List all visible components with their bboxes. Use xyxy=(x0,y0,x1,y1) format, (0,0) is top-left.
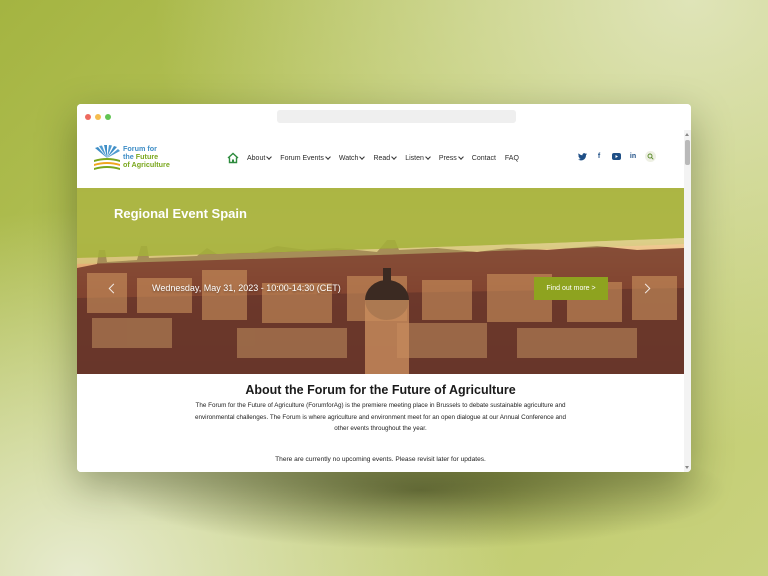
nav-item-label: Listen xyxy=(405,154,424,162)
nav-item-listen[interactable]: Listen xyxy=(405,154,431,162)
nav-item-press[interactable]: Press xyxy=(438,154,464,162)
linkedin-icon[interactable]: in xyxy=(628,152,638,162)
chevron-down-icon xyxy=(359,154,366,160)
nav-item-label: Forum Events xyxy=(280,154,324,162)
logo-icon xyxy=(94,145,120,170)
site-header: Forum for the Future of Agriculture Abou… xyxy=(77,130,684,188)
facebook-icon[interactable]: f xyxy=(594,152,604,162)
youtube-icon[interactable] xyxy=(611,152,621,162)
hero-title: Regional Event Spain xyxy=(114,206,247,221)
chevron-down-icon xyxy=(457,154,464,160)
scroll-down-arrow-icon[interactable] xyxy=(685,466,689,469)
nav-item-faq[interactable]: FAQ xyxy=(505,155,519,162)
nav-item-label: Watch xyxy=(338,154,359,162)
scroll-up-arrow-icon[interactable] xyxy=(685,133,689,136)
nav-item-forum-events[interactable]: Forum Events xyxy=(280,154,331,162)
nav-item-label: Press xyxy=(438,154,457,162)
facebook-glyph: f xyxy=(597,153,601,160)
browser-titlebar xyxy=(77,104,691,130)
search-icon[interactable] xyxy=(645,151,656,162)
nav-item-label: Read xyxy=(373,154,391,162)
address-bar[interactable] xyxy=(277,110,516,123)
nav-item-read[interactable]: Read xyxy=(373,154,398,162)
linkedin-glyph: in xyxy=(629,153,637,160)
minimize-window-button[interactable] xyxy=(95,114,101,120)
close-window-button[interactable] xyxy=(85,114,91,120)
about-description: The Forum for the Future of Agriculture … xyxy=(195,402,566,432)
home-icon[interactable] xyxy=(227,152,239,164)
chevron-down-icon xyxy=(325,154,331,160)
chevron-down-icon xyxy=(266,154,273,160)
nav-item-label: FAQ xyxy=(504,154,519,162)
browser-window: Forum for the Future of Agriculture Abou… xyxy=(77,104,691,472)
webpage: Forum for the Future of Agriculture Abou… xyxy=(77,130,684,472)
logo-line-3: of Agriculture xyxy=(123,160,170,170)
nav-item-label: Contact xyxy=(471,154,496,162)
social-links: f in xyxy=(577,151,656,162)
logo-wordmark: Forum for the Future of Agriculture xyxy=(123,144,170,170)
nav-item-watch[interactable]: Watch xyxy=(338,154,366,162)
no-events-message: There are currently no upcoming events. … xyxy=(275,456,486,463)
nav-item-about[interactable]: About xyxy=(247,154,273,162)
find-out-more-button[interactable]: Find out more > xyxy=(534,277,608,300)
hero-event-date: Wednesday, May 31, 2023 - 10:00-14:30 (C… xyxy=(152,283,341,293)
hero-banner: Regional Event Spain Wednesday, May 31, … xyxy=(77,188,684,374)
twitter-icon[interactable] xyxy=(577,152,587,162)
chevron-down-icon xyxy=(391,154,398,160)
chevron-down-icon xyxy=(425,154,431,160)
nav-item-contact[interactable]: Contact xyxy=(472,155,496,162)
maximize-window-button[interactable] xyxy=(105,114,111,120)
main-navigation: About Forum Events Watch Read Listen Pre… xyxy=(227,150,528,166)
nav-item-label: About xyxy=(247,154,266,162)
about-heading: About the Forum for the Future of Agricu… xyxy=(245,383,516,397)
vertical-scrollbar[interactable] xyxy=(684,130,691,472)
scroll-thumb[interactable] xyxy=(685,140,690,165)
